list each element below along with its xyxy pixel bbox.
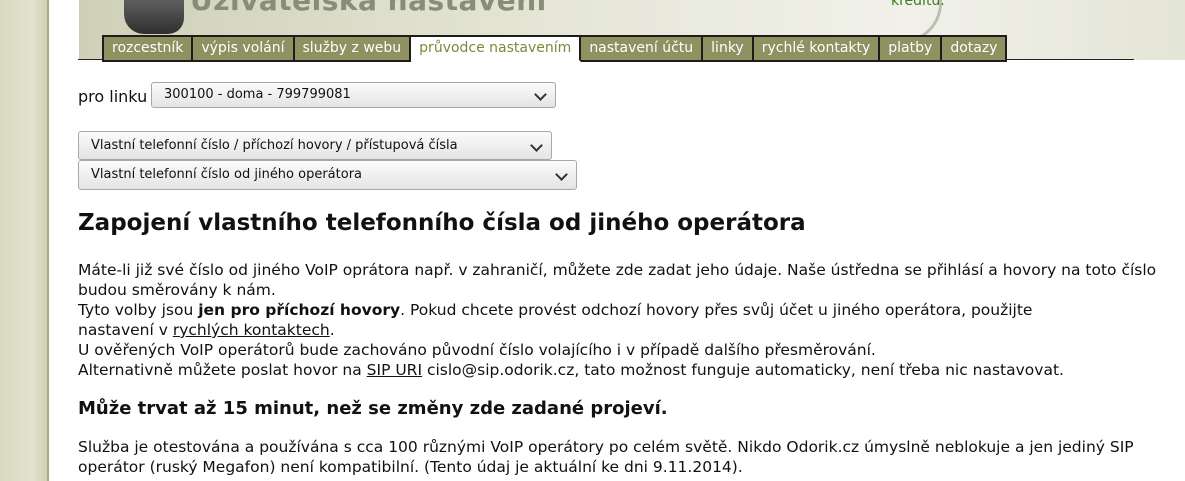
credit-link[interactable]: kreditu. <box>891 0 945 9</box>
paragraph-intro: Máte-li již své číslo od jiného VoIP opr… <box>78 261 1157 299</box>
line-select-value: 300100 - doma - 799799081 <box>164 87 351 102</box>
chevron-down-icon <box>534 88 547 101</box>
paragraph-caller-id: U ověřených VoIP operátorů bude zachován… <box>78 341 876 359</box>
quick-contacts-link[interactable]: rychlých kontaktech <box>173 321 330 339</box>
main-content: Zapojení vlastního telefonního čísla od … <box>78 210 1168 477</box>
subcategory-select-value: Vlastní telefonní číslo od jiného operát… <box>91 167 363 182</box>
tab-nastaveni-uctu[interactable]: nastavení účtu <box>581 35 704 62</box>
incoming-only-emphasis: jen pro příchozí hovory <box>198 301 401 319</box>
tab-rychle-kontakty[interactable]: rychlé kontakty <box>753 35 881 62</box>
paragraph-compatibility: Služba je otestována a používána s cca 1… <box>78 438 1134 476</box>
delay-notice-heading: Může trvat až 15 minut, než se změny zde… <box>78 398 668 419</box>
tab-platby[interactable]: platby <box>880 35 943 62</box>
tab-vypis-volani[interactable]: výpis volání <box>193 35 295 62</box>
subcategory-select[interactable]: Vlastní telefonní číslo od jiného operát… <box>78 160 577 190</box>
tab-rozcestnik[interactable]: rozcestník <box>102 35 194 62</box>
line-select[interactable]: 300100 - doma - 799799081 <box>151 82 556 108</box>
category-select[interactable]: Vlastní telefonní číslo / příchozí hovor… <box>78 131 552 160</box>
main-nav-tabs: rozcestník výpis volání služby z webu pr… <box>102 35 1008 62</box>
section-heading: Zapojení vlastního telefonního čísla od … <box>78 210 806 236</box>
tab-linky[interactable]: linky <box>703 35 754 62</box>
chevron-down-icon <box>555 168 568 181</box>
category-select-value: Vlastní telefonní číslo / příchozí hovor… <box>91 138 458 153</box>
page-title: Uživatelská nastavení <box>190 0 547 17</box>
sip-uri-link[interactable]: SIP URI <box>367 361 422 379</box>
tab-dotazy[interactable]: dotazy <box>942 35 1008 62</box>
tab-pruvodce-nastavenim[interactable]: průvodce nastavením <box>411 35 582 62</box>
tab-sluzby-z-webu[interactable]: služby z webu <box>294 35 412 62</box>
paragraph-sip-uri: Alternativně můžete poslat hovor na SIP … <box>78 361 1064 379</box>
chevron-down-icon <box>530 139 543 152</box>
line-select-label: pro linku <box>78 87 148 106</box>
paragraph-incoming-only: Tyto volby jsou jen pro příchozí hovory.… <box>78 301 1033 319</box>
telephone-icon <box>124 0 184 34</box>
left-sidebar <box>0 0 49 481</box>
paragraph-quick-contacts: nastavení v rychlých kontaktech. <box>78 321 335 339</box>
intro-text: Máte-li již své číslo od jiného VoIP opr… <box>78 260 1168 380</box>
